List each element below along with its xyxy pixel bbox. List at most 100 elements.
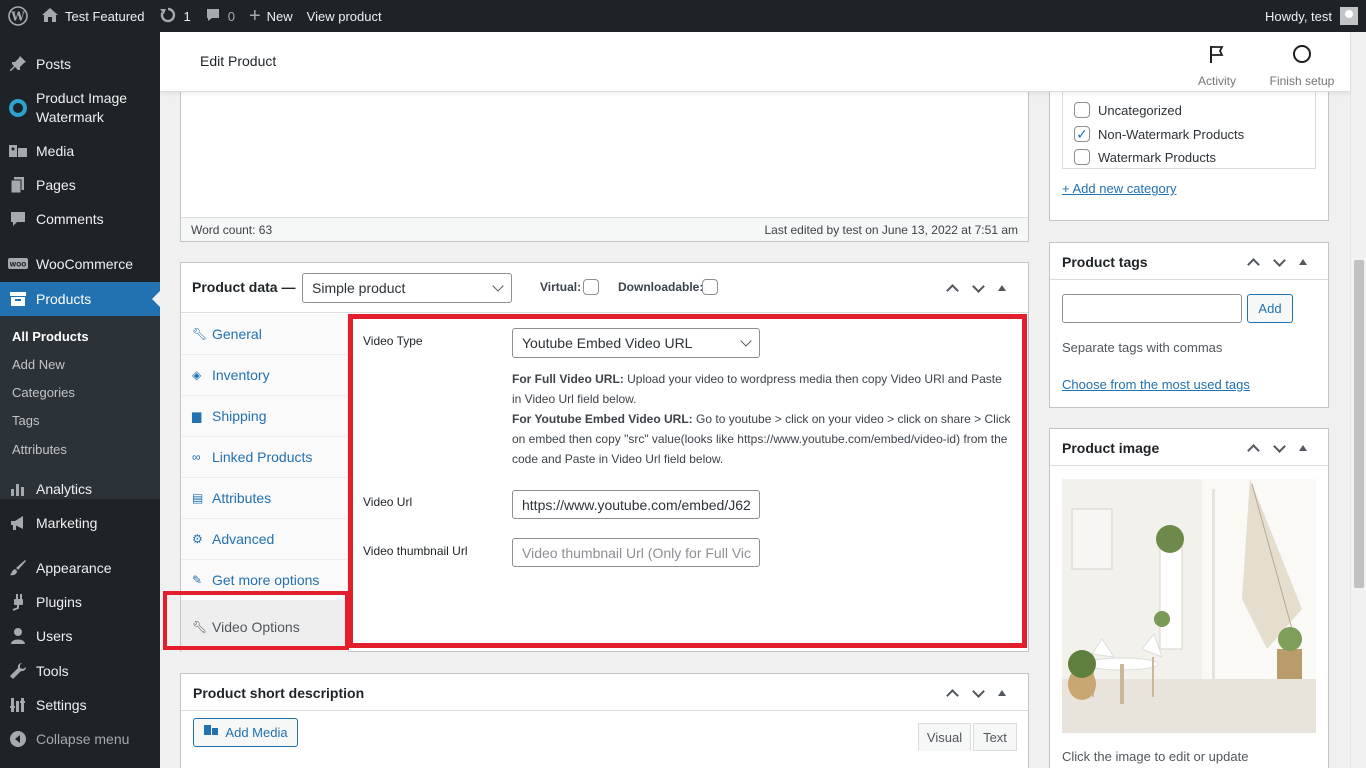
- video-thumbnail-placeholder: Video thumbnail Url (Only for Full Vic: [522, 544, 752, 561]
- page-scrollbar[interactable]: [1350, 32, 1366, 768]
- menu-item-posts[interactable]: Posts: [0, 50, 160, 78]
- move-up-icon[interactable]: [946, 687, 958, 699]
- category-label: Uncategorized: [1098, 102, 1182, 118]
- menu-item-settings[interactable]: Settings: [0, 691, 160, 719]
- video-url-input[interactable]: https://www.youtube.com/embed/J62: [512, 490, 760, 519]
- move-up-icon[interactable]: [946, 282, 958, 294]
- finish-setup-button[interactable]: Finish setup: [1262, 42, 1342, 88]
- category-watermark[interactable]: Watermark Products: [1074, 149, 1216, 165]
- short-description-header: Product short description: [181, 674, 1028, 711]
- virtual-checkbox[interactable]: [583, 279, 599, 295]
- toggle-panel-icon[interactable]: [998, 285, 1006, 291]
- tab-get-more-options[interactable]: ✎ Get more options: [181, 560, 348, 601]
- tag-input[interactable]: [1062, 294, 1242, 323]
- move-down-icon[interactable]: [972, 687, 984, 699]
- move-down-icon[interactable]: [972, 282, 984, 294]
- choose-tags-link[interactable]: Choose from the most used tags: [1062, 377, 1250, 392]
- submenu-add-new[interactable]: Add New: [12, 357, 65, 372]
- move-up-icon[interactable]: [1247, 442, 1259, 454]
- move-down-icon[interactable]: [1273, 256, 1285, 268]
- wrench-icon: 🔧︎: [192, 619, 208, 634]
- scrollbar-thumb[interactable]: [1354, 260, 1364, 588]
- new-content-link[interactable]: + New: [242, 0, 300, 32]
- menu-item-analytics[interactable]: Analytics: [0, 475, 160, 503]
- add-tag-button[interactable]: Add: [1247, 294, 1293, 323]
- flag-icon: [1177, 42, 1257, 66]
- move-up-icon[interactable]: [1247, 256, 1259, 268]
- truck-icon: ▆: [192, 409, 202, 423]
- updates-link[interactable]: 1: [152, 0, 198, 32]
- tab-advanced[interactable]: ⚙ Advanced: [181, 519, 348, 560]
- comments-link[interactable]: 0: [198, 0, 242, 32]
- menu-label: Collapse menu: [36, 731, 130, 747]
- menu-item-product-image-watermark[interactable]: Product Image Watermark: [0, 88, 160, 128]
- tab-attributes[interactable]: ▤ Attributes: [181, 478, 348, 519]
- menu-item-pages[interactable]: Pages: [0, 171, 160, 199]
- tags-hint: Separate tags with commas: [1062, 340, 1223, 355]
- category-checkbox-checked[interactable]: [1074, 126, 1090, 142]
- move-down-icon[interactable]: [1273, 442, 1285, 454]
- category-uncategorized[interactable]: Uncategorized: [1074, 102, 1182, 118]
- menu-label: Product Image Watermark: [36, 90, 128, 125]
- woocommerce-header: Edit Product Activity Finish setup: [160, 32, 1350, 92]
- video-thumbnail-label: Video thumbnail Url: [363, 544, 468, 558]
- plus-icon: +: [248, 5, 261, 27]
- video-url-label: Video Url: [363, 495, 413, 509]
- full-video-label: For Full Video URL:: [512, 372, 624, 386]
- add-media-button[interactable]: Add Media: [193, 718, 298, 747]
- menu-item-tools[interactable]: Tools: [0, 657, 160, 685]
- tab-text[interactable]: Text: [973, 723, 1017, 751]
- pushpin-icon: [0, 55, 36, 73]
- submenu-tags[interactable]: Tags: [12, 413, 39, 428]
- menu-item-marketing[interactable]: Marketing: [0, 509, 160, 537]
- tab-linked-products[interactable]: ∞ Linked Products: [181, 437, 348, 478]
- menu-item-products[interactable]: Products: [0, 282, 160, 316]
- video-thumbnail-input[interactable]: Video thumbnail Url (Only for Full Vic: [512, 538, 760, 567]
- activity-button[interactable]: Activity: [1177, 42, 1257, 88]
- category-checkbox[interactable]: [1074, 149, 1090, 165]
- tab-inventory[interactable]: ◈ Inventory: [181, 355, 348, 396]
- admin-bar: W Test Featured 1 0 + New View product H…: [0, 0, 1366, 32]
- brush-icon: [0, 559, 36, 577]
- howdy-text: Howdy, test: [1265, 8, 1332, 24]
- category-non-watermark[interactable]: Non-Watermark Products: [1074, 126, 1244, 142]
- collapse-menu-button[interactable]: Collapse menu: [0, 725, 160, 753]
- tab-visual[interactable]: Visual: [918, 723, 971, 751]
- view-product-link[interactable]: View product: [300, 0, 389, 32]
- category-label: Non-Watermark Products: [1098, 126, 1245, 142]
- tab-general[interactable]: 🔧︎ General: [181, 314, 348, 355]
- product-type-value: Simple product: [312, 280, 406, 296]
- product-data-title: Product data —: [192, 279, 296, 295]
- menu-item-appearance[interactable]: Appearance: [0, 554, 160, 582]
- tab-shipping[interactable]: ▆ Shipping: [181, 396, 348, 437]
- virtual-label: Virtual:: [540, 280, 582, 294]
- wordpress-logo-icon[interactable]: W: [2, 0, 34, 32]
- submenu-categories[interactable]: Categories: [12, 385, 75, 400]
- tab-video-options[interactable]: 🔧︎ Video Options: [181, 601, 348, 652]
- menu-item-comments[interactable]: Comments: [0, 205, 160, 233]
- submenu-all-products[interactable]: All Products: [12, 329, 89, 344]
- toggle-panel-icon[interactable]: [1299, 259, 1307, 265]
- short-description-title: Product short description: [193, 685, 365, 701]
- menu-item-plugins[interactable]: Plugins: [0, 588, 160, 616]
- content-editor[interactable]: Word count: 63 Last edited by test on Ju…: [180, 92, 1029, 242]
- video-type-select[interactable]: Youtube Embed Video URL: [512, 328, 760, 358]
- menu-item-users[interactable]: Users: [0, 622, 160, 650]
- site-name-link[interactable]: Test Featured: [34, 0, 152, 32]
- plug-icon: ✎: [192, 573, 203, 587]
- svg-text:W: W: [10, 10, 25, 24]
- toggle-panel-icon[interactable]: [998, 690, 1006, 696]
- menu-item-woocommerce[interactable]: WOO WooCommerce: [0, 250, 160, 278]
- submenu-attributes[interactable]: Attributes: [12, 442, 67, 457]
- menu-label: Marketing: [36, 515, 98, 531]
- toggle-panel-icon[interactable]: [1299, 445, 1307, 451]
- video-type-value: Youtube Embed Video URL: [522, 335, 693, 351]
- product-type-select[interactable]: Simple product: [302, 273, 512, 303]
- menu-item-media[interactable]: Media: [0, 137, 160, 165]
- add-new-category-link[interactable]: + Add new category: [1062, 181, 1177, 196]
- downloadable-checkbox[interactable]: [702, 279, 718, 295]
- category-checkbox[interactable]: [1074, 102, 1090, 118]
- product-tags-panel: Product tags Add Separate tags with comm…: [1049, 242, 1329, 408]
- my-account[interactable]: Howdy, test: [1258, 0, 1366, 32]
- product-image-thumbnail[interactable]: [1062, 479, 1316, 733]
